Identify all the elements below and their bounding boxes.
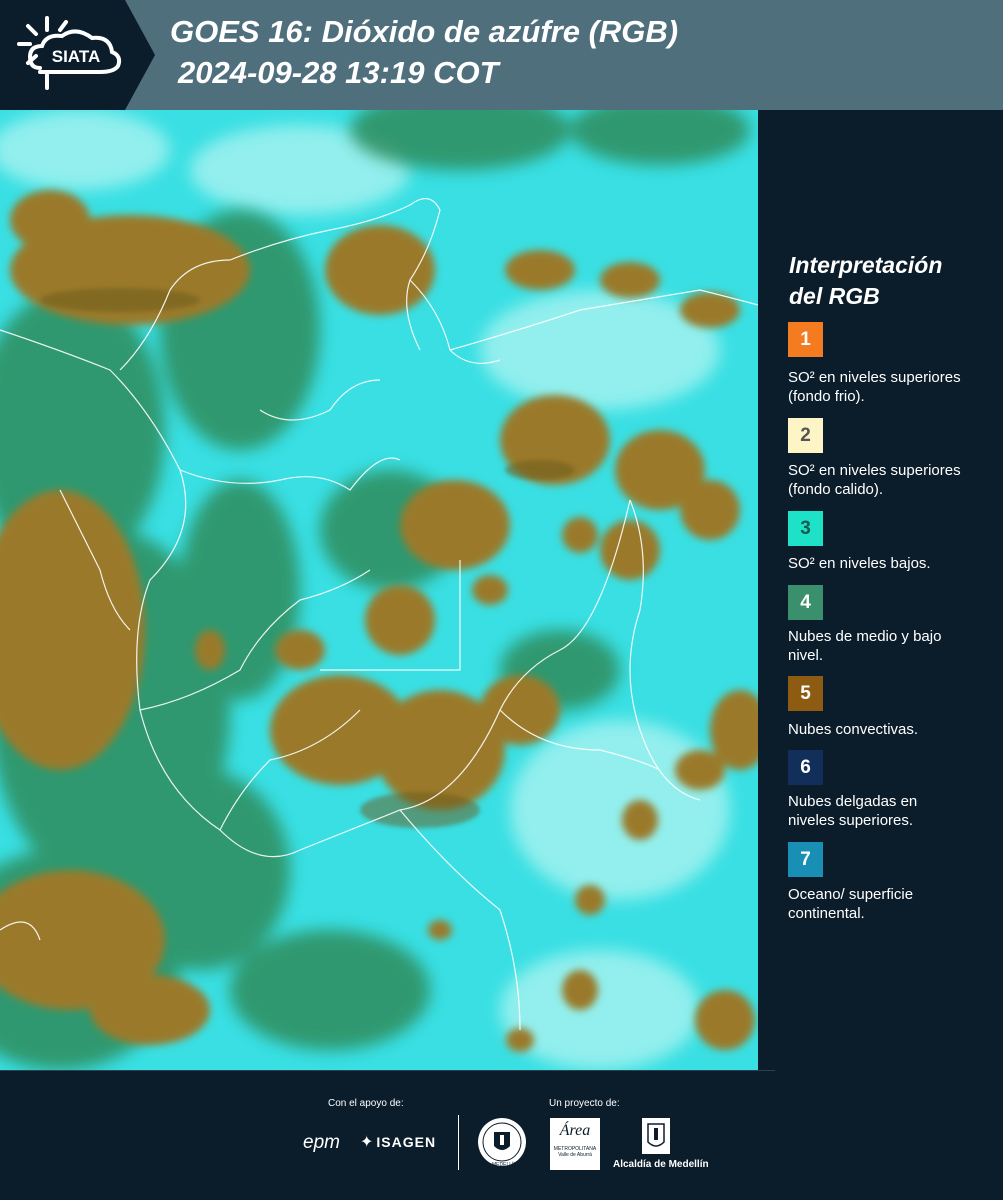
isagen-mark-icon: ✦ [360,1134,374,1151]
legend-title-line1: Interpretación [789,252,943,278]
legend-number-1: 1 [800,328,811,350]
project-caption: Un proyecto de: [549,1098,620,1109]
legend-number-5: 5 [800,682,811,704]
legend-number-4: 4 [800,591,811,613]
logo-text: SIATA [52,47,100,66]
legend-swatch-5: 5 [788,676,823,711]
legend-swatch-2: 2 [788,418,823,453]
area-logo-text: Área [559,1122,591,1139]
footer: Con el apoyo de: Un proyecto de: epm ✦ I… [0,1070,1003,1200]
area-metropolitana-logo: Área METROPOLITANA Valle de Aburrá [550,1118,600,1170]
legend-label-6: Nubes delgadas en niveles superiores. [788,793,918,829]
legend-panel: Interpretación del RGB 1 SO² en niveles … [760,110,1003,1070]
legend-swatch-7: 7 [788,842,823,877]
legend-label-7: Oceano/ superficie continental. [788,886,914,922]
vertical-divider [458,1115,459,1170]
legend-number-2: 2 [800,424,811,446]
legend-swatch-6: 6 [788,750,823,785]
isagen-logo: ✦ ISAGEN [360,1132,436,1152]
medellin-seal-icon [478,1118,526,1166]
alcaldia-shield-icon [642,1118,670,1154]
support-caption: Con el apoyo de: [328,1098,404,1109]
alcaldia-text: Alcaldía de Medellín [613,1159,709,1170]
logo-plate: SIATA [0,0,155,110]
page-title: GOES 16: Dióxido de azúfre (RGB) [170,14,679,49]
legend-label-3: SO² en niveles bajos. [788,555,931,572]
footer-divider-line [0,1070,775,1071]
legend-number-6: 6 [800,756,811,778]
timestamp: 2024-09-28 13:19 COT [178,55,499,90]
isagen-text: ISAGEN [376,1134,437,1150]
legend-swatch-1: 1 [788,322,823,357]
legend-label-4: Nubes de medio y bajo nivel. [788,628,942,664]
legend-label-1: SO² en niveles superiores (fondo frio). [788,369,961,405]
legend-swatch-4: 4 [788,585,823,620]
legend-title: Interpretación del RGB [789,250,942,312]
satellite-map[interactable] [0,110,758,1070]
area-logo-sub2: Valle de Aburrá [558,1152,592,1158]
seal-text: MEDELLÍN [492,1162,518,1168]
header-bar: SIATA GOES 16: Dióxido de azúfre (RGB) 2… [0,0,1003,110]
legend-title-line2: del RGB [789,283,880,309]
legend-label-5: Nubes convectivas. [788,721,919,738]
satellite-image [0,110,758,1070]
legend-number-3: 3 [800,517,811,539]
legend-swatch-3: 3 [788,511,823,546]
legend-number-7: 7 [800,848,811,870]
legend-label-2: SO² en niveles superiores (fondo calido)… [788,462,961,498]
epm-logo: epm [303,1132,340,1153]
